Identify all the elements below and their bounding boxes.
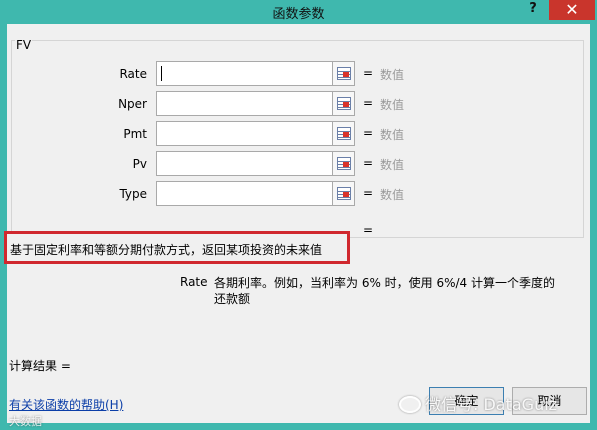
argument-row-pv: Pv = 数值 [7, 151, 590, 177]
range-select-icon [337, 187, 351, 200]
close-button[interactable]: ✕ [549, 0, 595, 20]
type-range-select-button[interactable] [332, 181, 355, 206]
rate-input[interactable] [156, 61, 333, 86]
nper-range-select-button[interactable] [332, 91, 355, 116]
range-select-icon [337, 97, 351, 110]
wechat-icon [399, 396, 421, 413]
argument-result: 数值 [380, 188, 405, 202]
equals-sign: = [363, 186, 374, 200]
argument-label: Type [119, 187, 147, 201]
title-bar: 函数参数 ? ✕ [0, 0, 597, 24]
argument-label: Pv [132, 157, 147, 171]
argument-label: Rate [119, 67, 147, 81]
watermark-small: 大数据 [9, 415, 42, 428]
close-icon: ✕ [565, 0, 579, 19]
pmt-input[interactable] [156, 121, 333, 146]
range-select-icon [337, 157, 351, 170]
dialog-body: FV Rate = 数值 Nper = 数值 Pmt = 数值 Pv = 数值 … [4, 24, 590, 428]
formula-result-equals: = [363, 223, 374, 237]
argument-row-nper: Nper = 数值 [7, 91, 590, 117]
text-caret [161, 66, 162, 81]
dialog-title: 函数参数 [272, 7, 325, 22]
range-select-icon [337, 127, 351, 140]
range-select-icon [337, 67, 351, 80]
function-description: 基于固定利率和等额分期付款方式，返回某项投资的未来值 [10, 243, 323, 257]
rate-range-select-button[interactable] [332, 61, 355, 86]
current-parameter-description: 各期利率。例如，当利率为 6% 时，使用 6%/4 计算一个季度的还款额 [214, 276, 556, 306]
help-button[interactable]: ? [524, 1, 542, 21]
argument-row-type: Type = 数值 [7, 181, 590, 207]
argument-row-rate: Rate = 数值 [7, 61, 590, 87]
equals-sign: = [363, 126, 374, 140]
current-parameter-name: Rate [180, 275, 208, 289]
wechat-watermark: 微信号: DataGuiz [399, 391, 557, 415]
argument-label: Pmt [123, 127, 147, 141]
argument-result: 数值 [380, 158, 405, 172]
argument-result: 数值 [380, 98, 405, 112]
type-input[interactable] [156, 181, 333, 206]
pv-range-select-button[interactable] [332, 151, 355, 176]
calculation-result: 计算结果 = [9, 359, 71, 373]
argument-label: Nper [118, 97, 147, 111]
equals-sign: = [363, 66, 374, 80]
function-description-highlight: 基于固定利率和等额分期付款方式，返回某项投资的未来值 [4, 231, 350, 264]
watermark-text: 微信号: DataGuiz [425, 395, 558, 414]
argument-row-pmt: Pmt = 数值 [7, 121, 590, 147]
pmt-range-select-button[interactable] [332, 121, 355, 146]
function-help-link[interactable]: 有关该函数的帮助(H) [9, 396, 123, 413]
pv-input[interactable] [156, 151, 333, 176]
equals-sign: = [363, 96, 374, 110]
nper-input[interactable] [156, 91, 333, 116]
argument-result: 数值 [380, 68, 405, 82]
function-arguments-dialog: 函数参数 ? ✕ FV Rate = 数值 Nper = 数值 Pmt = 数值 [0, 0, 597, 430]
equals-sign: = [363, 156, 374, 170]
argument-result: 数值 [380, 128, 405, 142]
function-name: FV [15, 38, 33, 52]
